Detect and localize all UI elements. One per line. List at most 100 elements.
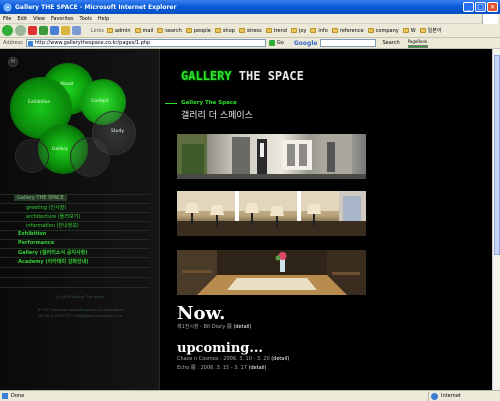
refresh-icon[interactable] (39, 26, 48, 35)
link-label: people (193, 27, 211, 34)
circle-decor-1 (70, 137, 110, 177)
now-exhibition-text: 제1전시장 - Bit Diary 展 (177, 324, 232, 330)
google-search-button[interactable]: Search (382, 40, 399, 46)
link-japanese[interactable]: 일본어 (419, 27, 441, 34)
link-people[interactable]: people (185, 27, 211, 34)
link-label: shop (222, 27, 235, 34)
link-company[interactable]: company (367, 27, 399, 34)
security-zone: Internet (428, 392, 461, 401)
go-arrow-icon (268, 40, 275, 46)
upcoming-item-text: Echo 展 : 2006. 3. 15 - 3. 17 (177, 365, 247, 371)
link-w[interactable]: W (402, 27, 416, 34)
link-label: trend (273, 27, 287, 34)
folder-icon (402, 28, 409, 33)
now-exhibition-item: 제1전시장 - Bit Diary 展 (detail) (177, 323, 251, 330)
link-info[interactable]: info (310, 27, 328, 34)
link-label: admin (114, 27, 131, 34)
vertical-scrollbar[interactable] (492, 49, 500, 390)
google-search-input[interactable] (320, 39, 377, 47)
page-icon (27, 41, 33, 46)
link-reference[interactable]: reference (331, 28, 364, 34)
stop-icon[interactable] (28, 26, 37, 35)
link-label: W (410, 27, 416, 34)
folder-icon (419, 28, 426, 33)
go-label: Go (276, 40, 284, 46)
nav-architecture[interactable]: architecture (둘러보기) (26, 213, 80, 220)
menu-favorites[interactable]: Favorites (48, 16, 77, 22)
nav-gallery[interactable]: Gallery (갤러리소식 공지사항) (18, 249, 87, 256)
circle-label-study: Study (111, 129, 124, 134)
home-icon[interactable] (50, 26, 59, 35)
link-stress[interactable]: stress (238, 27, 262, 34)
upcoming-item: Chaos n Cosmos : 2006. 3. 10 - 3. 20 (de… (177, 356, 289, 362)
table-illustration (177, 250, 366, 295)
page-viewport: H About Exhibition Contact Study Gallery… (0, 49, 500, 390)
history-icon[interactable] (72, 26, 81, 35)
upcoming-item-text: Chaos n Cosmos : 2006. 3. 10 - 3. 20 (177, 356, 270, 362)
left-nav-panel: H About Exhibition Contact Study Gallery… (0, 49, 160, 390)
nav-gallery-the-space[interactable]: Gallery THE SPACE (14, 195, 67, 201)
gallery-logo: GALLERY THE SPACE (181, 69, 304, 83)
link-label: company (375, 27, 399, 34)
title-bar: e Gallery THE SPACE - Microsoft Internet… (0, 0, 500, 14)
link-mail[interactable]: mail (134, 28, 153, 34)
now-detail-link[interactable]: (detail) (233, 324, 251, 330)
menu-view[interactable]: View (30, 16, 48, 22)
folder-icon (367, 28, 374, 33)
upcoming-detail-link[interactable]: (detail) (249, 365, 267, 371)
link-trend[interactable]: trend (265, 27, 287, 34)
svg-text:e: e (6, 4, 10, 11)
folder-icon (331, 28, 338, 33)
status-bar: Done Internet (0, 390, 500, 401)
link-label: stress (246, 27, 262, 34)
zone-label: Internet (441, 393, 461, 399)
menu-file[interactable]: File (0, 16, 14, 22)
nav-exhibition[interactable]: Exhibition (18, 231, 46, 237)
menu-help[interactable]: Help (95, 16, 112, 22)
minimize-button[interactable]: _ (463, 2, 474, 12)
go-button[interactable]: Go (268, 40, 284, 46)
page-done-icon (2, 393, 8, 399)
folder-icon (106, 28, 113, 33)
forward-arrow-icon[interactable] (15, 25, 26, 36)
favorites-icon[interactable] (61, 26, 70, 35)
scrollbar-thumb[interactable] (494, 55, 500, 255)
maximize-button[interactable]: □ (475, 2, 486, 12)
folder-icon (157, 28, 164, 33)
link-shop[interactable]: shop (214, 27, 235, 34)
window-controls: _ □ × (463, 2, 498, 12)
pagerank-bar (407, 44, 428, 48)
link-search[interactable]: search (157, 28, 182, 34)
folder-icon (310, 28, 317, 33)
folder-icon (238, 28, 245, 33)
links-label: Links (91, 27, 104, 34)
window-title: Gallery THE SPACE - Microsoft Internet E… (15, 3, 177, 11)
menu-tools[interactable]: Tools (77, 16, 95, 22)
upcoming-detail-link[interactable]: (detail) (271, 356, 289, 362)
link-admin[interactable]: admin (106, 27, 131, 34)
nav-information[interactable]: information (안내정보) (26, 222, 79, 229)
nav-divider (0, 287, 150, 288)
pagerank-label: PageRank (407, 38, 428, 44)
circle-decor-2 (15, 139, 49, 173)
menu-edit[interactable]: Edit (14, 16, 30, 22)
link-label: info (318, 27, 328, 34)
link-label: joy (298, 27, 307, 34)
close-button[interactable]: × (487, 2, 498, 12)
building-illustration (177, 134, 366, 179)
home-circle-button[interactable]: H (8, 57, 18, 67)
address-input[interactable]: http://www.gallerythespace.co.kr/pages/1… (25, 39, 266, 47)
back-arrow-icon[interactable] (2, 25, 13, 36)
folder-icon (214, 28, 221, 33)
footer-address-2: TEL 82-2-2133-3777 info@gallerythespace.… (38, 314, 123, 318)
nav-academy[interactable]: Academy (아카데미 강좌안내) (18, 258, 89, 265)
status-text: Done (11, 393, 25, 399)
nav-performance[interactable]: Performance (18, 240, 54, 246)
nav-divider (0, 203, 150, 204)
link-joy[interactable]: joy (290, 27, 307, 34)
nav-greeting[interactable]: greeting (인사말) (26, 204, 66, 211)
photo-building-exterior (177, 134, 366, 179)
circle-label-gallery: Gallery (52, 147, 69, 152)
folder-icon (265, 28, 272, 33)
link-label: search (165, 27, 182, 34)
